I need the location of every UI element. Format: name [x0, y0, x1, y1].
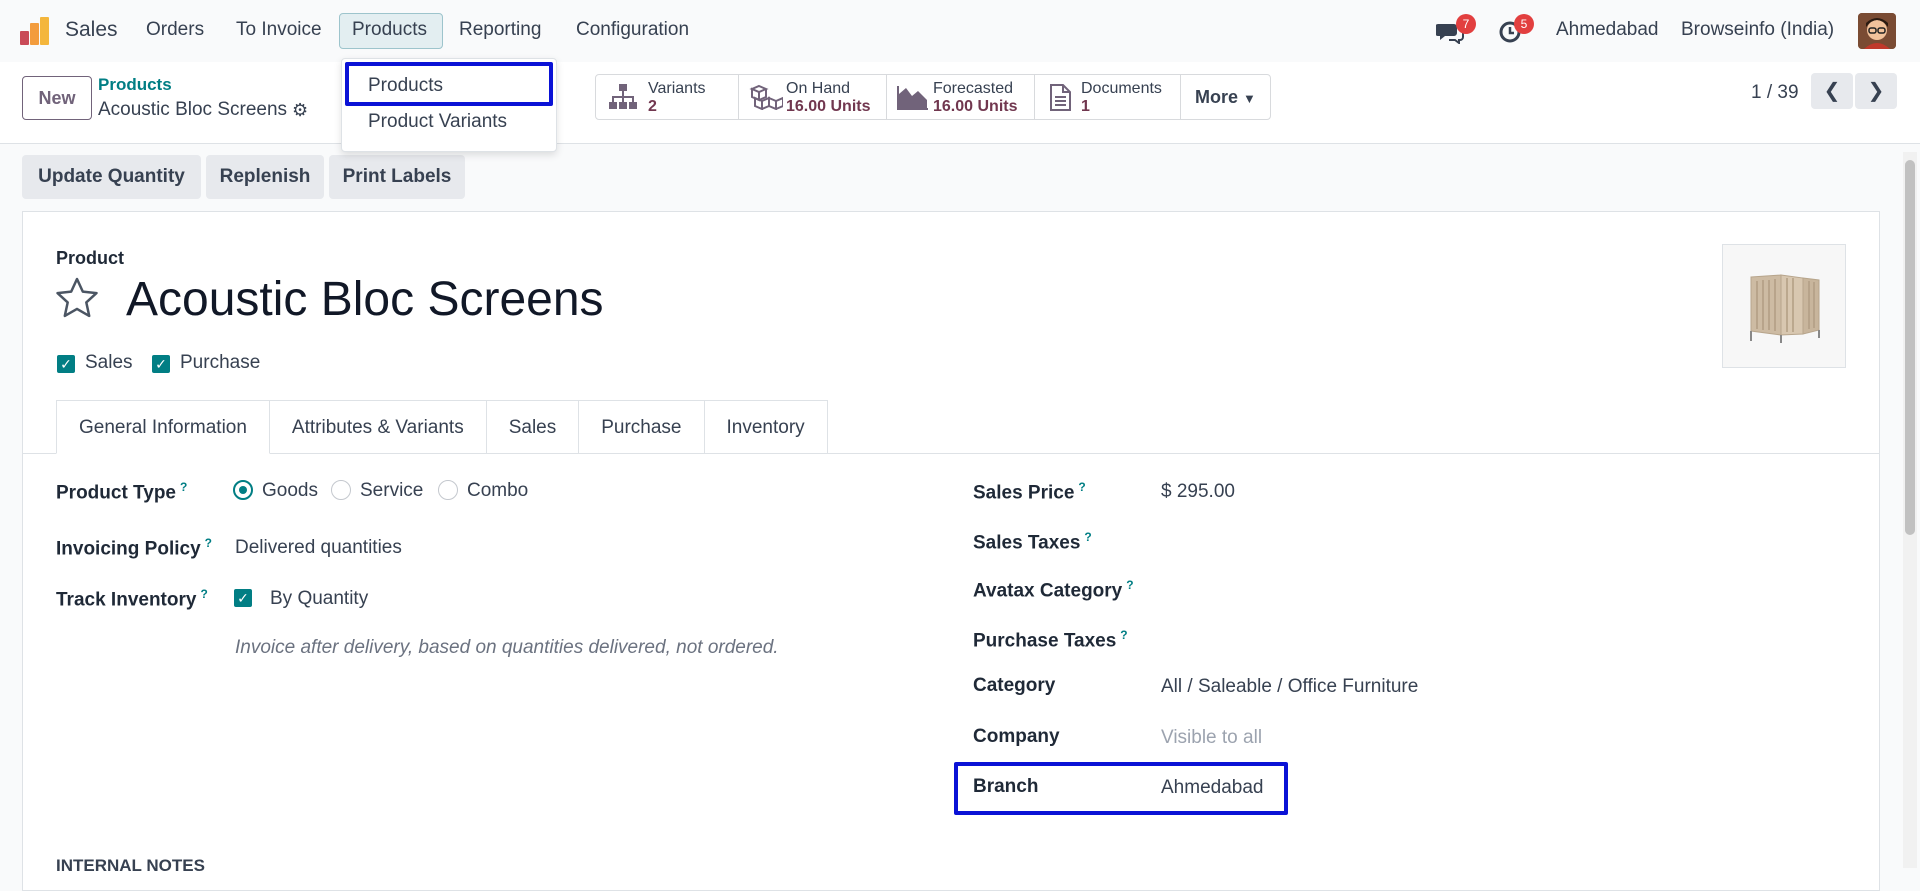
company-switcher[interactable]: Browseinfo (India) [1681, 19, 1834, 41]
variants-value: 2 [648, 98, 657, 115]
help-tooltip-icon[interactable]: ? [1084, 530, 1091, 544]
more-label: More [1195, 87, 1239, 107]
product-type-label: Product Type? [56, 480, 188, 504]
tab-general-information[interactable]: General Information [56, 400, 270, 454]
internal-notes-label: INTERNAL NOTES [56, 856, 205, 875]
help-tooltip-icon[interactable]: ? [205, 536, 212, 550]
previous-record-button[interactable]: ❮ [1811, 73, 1853, 109]
messages-badge: 7 [1456, 14, 1476, 34]
dropdown-item-product-variants[interactable]: Product Variants [368, 111, 507, 133]
tab-attributes-variants[interactable]: Attributes & Variants [269, 400, 487, 454]
avatax-category-label: Avatax Category? [973, 578, 1134, 602]
documents-value: 1 [1081, 98, 1090, 115]
product-image[interactable] [1722, 244, 1846, 368]
on-hand-title: On Hand [786, 80, 851, 97]
gear-icon[interactable]: ⚙ [292, 100, 308, 121]
smart-buttons: Variants 2 On Hand 16.00 Units Forecaste… [595, 74, 1271, 120]
new-button[interactable]: New [22, 76, 92, 120]
on-hand-value: 16.00 Units [786, 98, 871, 115]
forecasted-title: Forecasted [933, 80, 1014, 97]
menu-reporting[interactable]: Reporting [459, 19, 541, 41]
menu-to-invoice[interactable]: To Invoice [236, 19, 322, 41]
purchase-taxes-label: Purchase Taxes? [973, 628, 1128, 652]
help-tooltip-icon[interactable]: ? [1126, 578, 1133, 592]
chevron-right-icon: ❯ [1867, 80, 1885, 102]
on-hand-smart-button[interactable]: On Hand 16.00 Units [739, 75, 887, 119]
caret-down-icon: ▼ [1243, 91, 1256, 106]
page-scrollbar-thumb[interactable] [1905, 160, 1915, 535]
branch-switcher[interactable]: Ahmedabad [1556, 19, 1658, 41]
sales-app-logo-icon[interactable] [20, 17, 50, 45]
more-button[interactable]: More ▼ [1181, 75, 1270, 119]
product-label: Product [56, 248, 125, 268]
cubes-icon [749, 84, 784, 111]
invoicing-hint: Invoice after delivery, based on quantit… [235, 637, 779, 658]
help-tooltip-icon[interactable]: ? [1078, 480, 1085, 494]
update-quantity-button[interactable]: Update Quantity [22, 155, 201, 199]
top-navbar: Sales Orders To Invoice Products Reporti… [0, 0, 1920, 62]
file-icon [1047, 84, 1077, 111]
sales-checkbox-label: Sales [85, 352, 133, 373]
help-tooltip-icon[interactable]: ? [180, 480, 187, 494]
products-item-highlight-box [345, 62, 553, 106]
activities-badge: 5 [1514, 14, 1534, 34]
product-type-goods-radio[interactable] [233, 480, 253, 500]
replenish-button[interactable]: Replenish [206, 155, 324, 199]
invoicing-policy-label: Invoicing Policy? [56, 536, 212, 560]
help-tooltip-icon[interactable]: ? [200, 587, 207, 601]
favorite-star-icon[interactable] [54, 276, 100, 325]
company-label: Company [973, 726, 1060, 747]
product-type-combo-label: Combo [467, 480, 529, 501]
area-chart-icon [897, 84, 928, 110]
user-avatar[interactable] [1858, 13, 1896, 49]
print-labels-button[interactable]: Print Labels [329, 155, 465, 199]
company-value[interactable]: Visible to all [1161, 727, 1262, 749]
product-type-service-radio[interactable] [331, 480, 351, 500]
notebook-tabs: General Information Attributes & Variant… [56, 400, 828, 454]
tab-sales[interactable]: Sales [486, 400, 580, 454]
menu-configuration[interactable]: Configuration [576, 19, 689, 41]
category-label: Category [973, 675, 1056, 696]
tab-purchase[interactable]: Purchase [579, 400, 705, 454]
help-tooltip-icon[interactable]: ? [1120, 628, 1127, 642]
product-type-service-label: Service [360, 480, 424, 501]
purchase-checkbox[interactable]: ✓ [152, 355, 170, 373]
track-inventory-label: Track Inventory? [56, 587, 208, 611]
pager-value[interactable]: 1 / 39 [1751, 82, 1799, 104]
next-record-button[interactable]: ❯ [1855, 73, 1897, 109]
sales-price-value[interactable]: $ 295.00 [1161, 481, 1235, 503]
sales-checkbox[interactable]: ✓ [57, 355, 75, 373]
breadcrumb-current: Acoustic Bloc Screens [98, 99, 288, 120]
invoicing-policy-value[interactable]: Delivered quantities [235, 537, 402, 559]
app-name[interactable]: Sales [65, 18, 118, 42]
documents-title: Documents [1081, 80, 1162, 97]
tab-inventory[interactable]: Inventory [704, 400, 828, 454]
sitemap-icon [608, 84, 638, 110]
purchase-checkbox-label: Purchase [180, 352, 261, 373]
menu-orders[interactable]: Orders [146, 19, 204, 41]
track-inventory-checkbox[interactable]: ✓ [234, 589, 252, 607]
sales-price-label: Sales Price? [973, 480, 1086, 504]
product-type-combo-radio[interactable] [438, 480, 458, 500]
category-value[interactable]: All / Saleable / Office Furniture [1161, 676, 1418, 698]
forecasted-smart-button[interactable]: Forecasted 16.00 Units [887, 75, 1035, 119]
documents-smart-button[interactable]: Documents 1 [1035, 75, 1181, 119]
product-name[interactable]: Acoustic Bloc Screens [126, 272, 604, 327]
forecasted-value: 16.00 Units [933, 98, 1018, 115]
sales-taxes-label: Sales Taxes? [973, 530, 1092, 554]
chevron-left-icon: ❮ [1823, 80, 1841, 102]
variants-title: Variants [648, 80, 706, 97]
product-type-goods-label: Goods [262, 480, 318, 501]
breadcrumb-products-link[interactable]: Products [98, 75, 172, 95]
variants-smart-button[interactable]: Variants 2 [596, 75, 739, 119]
menu-products[interactable]: Products [352, 19, 427, 41]
branch-highlight-box [954, 762, 1288, 815]
track-inventory-method[interactable]: By Quantity [270, 588, 368, 610]
